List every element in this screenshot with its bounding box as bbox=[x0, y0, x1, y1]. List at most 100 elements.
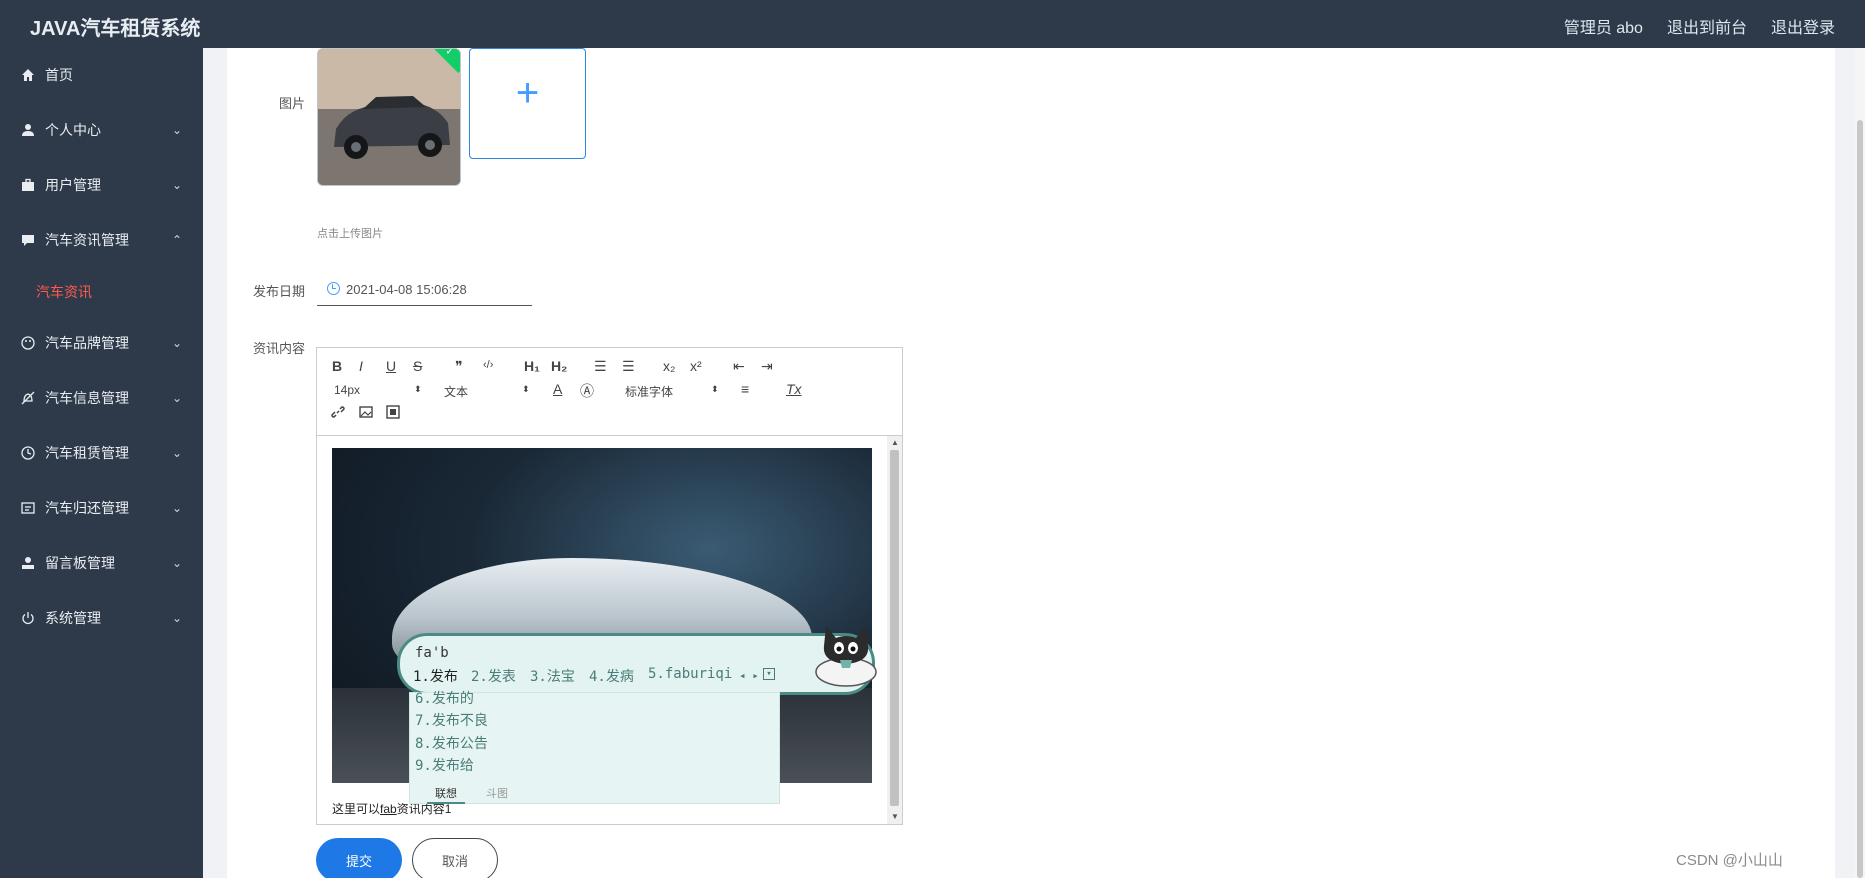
sidebar-subitem-car-news[interactable]: 汽车资讯 bbox=[36, 282, 92, 302]
bell-off-icon bbox=[20, 390, 36, 406]
ordered-list-button[interactable]: ☰ bbox=[594, 358, 607, 375]
ime-candidate[interactable]: 5.faburiqi bbox=[648, 666, 732, 682]
chevron-down-icon: ⌄ bbox=[172, 178, 183, 192]
sidebar-item-label: 留言板管理 bbox=[45, 555, 115, 571]
sidebar-item-label: 汽车租赁管理 bbox=[45, 445, 129, 461]
image-icon bbox=[359, 406, 373, 418]
editor-scroll-thumb[interactable] bbox=[890, 450, 899, 806]
top-header: JAVA汽车租赁系统 管理员 abo 退出到前台 退出登录 bbox=[0, 0, 1865, 48]
ime-candidate[interactable]: 9.发布给 bbox=[415, 755, 474, 775]
logout-link[interactable]: 退出登录 bbox=[1771, 14, 1835, 38]
indent-button[interactable]: ⇥ bbox=[761, 358, 773, 375]
clear-format-button[interactable]: Tx bbox=[786, 381, 802, 397]
ime-candidate[interactable]: 1.发布 bbox=[413, 666, 458, 686]
sidebar-item-car-brand-management[interactable]: 汽车品牌管理 ⌄ bbox=[0, 328, 203, 358]
chevron-up-icon: ⌃ bbox=[172, 233, 183, 247]
ime-candidate[interactable]: 2.发表 bbox=[471, 666, 516, 686]
sidebar-item-system-management[interactable]: 系统管理 ⌄ bbox=[0, 603, 203, 633]
select-caret-icon: ⬍ bbox=[414, 384, 422, 394]
sidebar-item-label: 系统管理 bbox=[45, 610, 101, 626]
chevron-down-icon: ⌄ bbox=[172, 391, 183, 405]
power-icon bbox=[20, 610, 36, 626]
uploaded-image-thumbnail[interactable]: ✓ bbox=[317, 48, 461, 186]
sidebar-item-home[interactable]: 首页 bbox=[0, 60, 203, 90]
sidebar-item-message-board-management[interactable]: 留言板管理 ⌄ bbox=[0, 548, 203, 578]
content-text-start: 这里可以 bbox=[332, 802, 381, 816]
publish-date-value: 2021-04-08 15:06:28 bbox=[346, 282, 467, 297]
text-format-select[interactable]: 文本 ⬍ bbox=[444, 383, 534, 400]
home-icon bbox=[20, 67, 36, 83]
font-color-button[interactable]: A bbox=[553, 381, 562, 397]
ime-candidate[interactable]: 6.发布的 bbox=[415, 688, 474, 708]
link-button[interactable] bbox=[331, 405, 345, 422]
chevron-down-icon: ⌄ bbox=[172, 611, 183, 625]
sidebar-item-label: 首页 bbox=[45, 67, 73, 83]
ime-candidate[interactable]: 8.发布公告 bbox=[415, 733, 488, 753]
ime-page-nav-icon[interactable]: ◂ ▸ bbox=[739, 669, 759, 682]
video-button[interactable] bbox=[386, 405, 400, 422]
code-button[interactable]: ‹/› bbox=[483, 359, 493, 371]
italic-button[interactable]: I bbox=[359, 358, 363, 374]
strike-button[interactable]: S bbox=[413, 358, 422, 374]
background-color-button[interactable]: Ⓐ bbox=[580, 381, 594, 401]
upload-image-button[interactable]: + bbox=[469, 48, 586, 159]
subscript-button[interactable]: x₂ bbox=[663, 358, 675, 374]
bold-button[interactable]: B bbox=[332, 358, 342, 374]
page-scroll-thumb[interactable] bbox=[1857, 120, 1863, 878]
align-button[interactable]: ≡ bbox=[741, 381, 749, 397]
ime-candidate[interactable]: 7.发布不良 bbox=[415, 710, 488, 730]
underline-button[interactable]: U bbox=[386, 358, 396, 374]
select-caret-icon: ⬍ bbox=[711, 384, 719, 394]
ime-candidate[interactable]: 3.法宝 bbox=[530, 666, 575, 686]
check-icon: ✓ bbox=[445, 48, 455, 58]
sidebar-item-label: 用户管理 bbox=[45, 177, 101, 193]
scroll-up-icon[interactable]: ▲ bbox=[891, 438, 899, 447]
chevron-down-icon: ⌄ bbox=[172, 501, 183, 515]
image-button[interactable] bbox=[359, 405, 373, 422]
outdent-button[interactable]: ⇤ bbox=[733, 358, 745, 375]
current-user[interactable]: 管理员 abo bbox=[1564, 14, 1643, 38]
submit-button[interactable]: 提交 bbox=[316, 838, 402, 878]
chevron-down-icon: ⌄ bbox=[172, 556, 183, 570]
app-title: JAVA汽车租赁系统 bbox=[30, 18, 201, 40]
ime-expand-icon[interactable]: ▾ bbox=[763, 668, 775, 680]
chevron-down-icon: ⌄ bbox=[172, 123, 183, 137]
date-label: 发布日期 bbox=[252, 284, 305, 299]
h1-button[interactable]: H₁ bbox=[524, 358, 540, 374]
image-label: 图片 bbox=[278, 96, 305, 111]
text-format-value: 文本 bbox=[444, 385, 469, 399]
font-family-select[interactable]: 标准字体 ⬍ bbox=[625, 383, 725, 400]
publish-date-input[interactable]: 2021-04-08 15:06:28 bbox=[317, 276, 532, 306]
chat-icon bbox=[20, 232, 36, 248]
quote-button[interactable]: ❞ bbox=[455, 358, 463, 375]
ime-candidate[interactable]: 4.发病 bbox=[589, 666, 634, 686]
sidebar-item-car-news-management[interactable]: 汽车资讯管理 ⌃ bbox=[0, 225, 203, 255]
ime-tab-association[interactable]: 联想 bbox=[427, 785, 465, 804]
user-icon bbox=[20, 122, 36, 138]
upload-hint: 点击上传图片 bbox=[317, 228, 383, 240]
header-actions: 管理员 abo 退出到前台 退出登录 bbox=[1564, 14, 1835, 38]
scroll-down-icon[interactable]: ▼ bbox=[891, 812, 899, 821]
sidebar-item-personal-center[interactable]: 个人中心 ⌄ bbox=[0, 115, 203, 145]
ime-tab-sticker[interactable]: 斗图 bbox=[486, 785, 508, 801]
bullet-list-button[interactable]: ☰ bbox=[622, 358, 635, 375]
sidebar-item-label: 汽车信息管理 bbox=[45, 390, 129, 406]
briefcase-icon bbox=[20, 177, 36, 193]
font-size-select[interactable]: 14px ⬍ bbox=[334, 383, 424, 397]
font-family-value: 标准字体 bbox=[625, 385, 674, 399]
sidebar-item-car-return-management[interactable]: 汽车归还管理 ⌄ bbox=[0, 493, 203, 523]
link-icon bbox=[331, 406, 345, 418]
back-to-front-link[interactable]: 退出到前台 bbox=[1667, 14, 1747, 38]
font-size-value: 14px bbox=[334, 383, 361, 397]
cancel-button[interactable]: 取消 bbox=[412, 838, 498, 878]
superscript-button[interactable]: x² bbox=[690, 358, 702, 374]
sidebar-item-car-info-management[interactable]: 汽车信息管理 ⌄ bbox=[0, 383, 203, 413]
content-text-composing: fab bbox=[380, 802, 397, 816]
sidebar-item-label: 汽车品牌管理 bbox=[45, 335, 129, 351]
content-text-end: 资讯内容1 bbox=[396, 802, 452, 816]
h2-button[interactable]: H₂ bbox=[551, 358, 567, 374]
editor-toolbar: B I U S ❞ ‹/› H₁ H₂ ☰ ☰ x₂ x² ⇤ ⇥ 14px ⬍… bbox=[317, 348, 902, 436]
palette-icon bbox=[20, 335, 36, 351]
sidebar-item-car-rental-management[interactable]: 汽车租赁管理 ⌄ bbox=[0, 438, 203, 468]
sidebar-item-user-management[interactable]: 用户管理 ⌄ bbox=[0, 170, 203, 200]
